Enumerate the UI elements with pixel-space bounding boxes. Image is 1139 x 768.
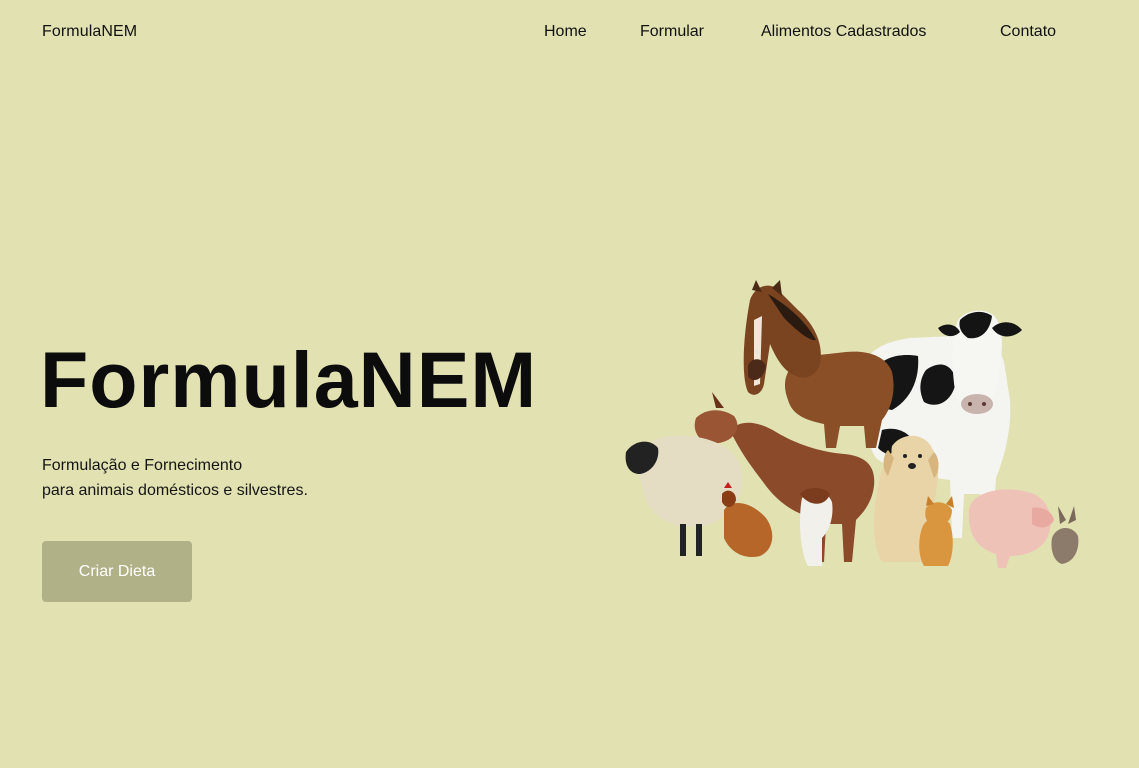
nav-home-link[interactable]: Home	[544, 23, 587, 41]
hero-subtitle-line-1: Formulação e Fornecimento	[42, 457, 243, 474]
pig-image	[968, 489, 1054, 568]
hero-subtitle-line-2: para animais domésticos e silvestres.	[42, 482, 308, 499]
horse-image	[743, 280, 894, 448]
rabbit-image	[1051, 506, 1079, 564]
hen-image	[722, 482, 773, 558]
farm-animals-illustration	[625, 280, 1079, 568]
hero-subtitle: Formulação e Fornecimento para animais d…	[42, 453, 308, 503]
nav-alimentos-cadastrados-link[interactable]: Alimentos Cadastrados	[761, 23, 926, 41]
hero-title: FormulaNEM	[40, 335, 538, 424]
criar-dieta-button[interactable]: Criar Dieta	[42, 541, 192, 602]
nav-contato-link[interactable]: Contato	[1000, 23, 1056, 41]
dog-beagle-image	[800, 488, 833, 566]
nav-formular-link[interactable]: Formular	[640, 23, 704, 41]
top-navbar: FormulaNEM Home Formular Alimentos Cadas…	[0, 0, 1139, 68]
main-nav: Home Formular Alimentos Cadastrados Cont…	[0, 23, 1139, 45]
